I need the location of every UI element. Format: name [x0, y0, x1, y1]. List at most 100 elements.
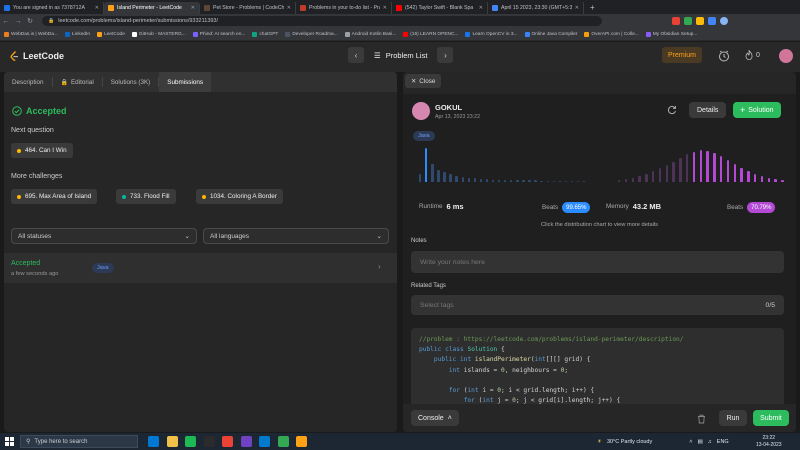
- right-panel: ✕ Close GOKUL Apr 13, 2023 23:22 Details…: [403, 72, 796, 432]
- taskbar-clock[interactable]: 23:22 13-04-2023: [756, 435, 782, 448]
- prev-problem-button[interactable]: ‹: [348, 47, 364, 63]
- taskbar-app-icon[interactable]: [296, 436, 307, 447]
- bookmark-item[interactable]: GitHub - MASTERG...: [131, 31, 186, 37]
- tab-close-icon[interactable]: ✕: [479, 5, 483, 11]
- chevron-down-icon: ⌄: [184, 233, 190, 240]
- bookmark-item[interactable]: WebDas.is | WebDa...: [4, 31, 58, 37]
- distribution-bar: [491, 179, 495, 182]
- tab-close-icon[interactable]: ✕: [191, 5, 195, 11]
- solution-button[interactable]: + Solution: [733, 102, 781, 118]
- extension-icon[interactable]: [708, 17, 716, 25]
- bookmark-item[interactable]: LeetCode: [97, 31, 125, 37]
- tab-solutions[interactable]: Solutions (3K): [103, 72, 159, 92]
- bookmark-label: LinkedIn: [71, 31, 91, 37]
- extension-icon[interactable]: [696, 17, 704, 25]
- extension-icon[interactable]: [684, 17, 692, 25]
- tab-editorial[interactable]: 🔒 Editorial: [53, 72, 102, 92]
- user-avatar[interactable]: [779, 49, 793, 63]
- bookmark-item[interactable]: chatGPT: [252, 31, 279, 37]
- taskbar-app-icon[interactable]: [259, 436, 270, 447]
- new-tab-icon[interactable]: +: [590, 3, 595, 12]
- profile-icon[interactable]: [720, 17, 728, 25]
- streak-counter[interactable]: 0: [745, 50, 760, 60]
- back-icon[interactable]: ←: [0, 18, 12, 25]
- runtime-distribution-chart[interactable]: [419, 142, 589, 182]
- browser-tab[interactable]: April 15 2023, 23:30 (GMT+5:3 ✕: [488, 2, 584, 14]
- tab-favicon-icon: [108, 5, 114, 11]
- premium-button[interactable]: Premium: [662, 47, 702, 63]
- tab-close-icon[interactable]: ✕: [383, 5, 387, 11]
- close-button[interactable]: ✕ Close: [405, 74, 442, 88]
- taskbar-app-icon[interactable]: [240, 436, 252, 447]
- url-text: leetcode.com/problems/island-perimeter/s…: [58, 18, 219, 24]
- bookmark-item[interactable]: My Obsidian Setup...: [645, 31, 697, 37]
- timer-icon[interactable]: [718, 50, 730, 62]
- browser-tab[interactable]: Problems in your to-do list - Pra ✕: [296, 2, 392, 14]
- distribution-bar: [510, 180, 513, 182]
- network-icon[interactable]: ▤: [697, 439, 702, 445]
- browser-tab[interactable]: Island Perimeter - LeetCode ✕: [104, 2, 200, 14]
- taskbar-search-input[interactable]: ⚲ Type here to search: [20, 435, 138, 448]
- refresh-icon[interactable]: [667, 105, 677, 115]
- language-filter-select[interactable]: All languages ⌄: [203, 228, 389, 244]
- run-button[interactable]: Run: [719, 410, 747, 426]
- tab-close-icon[interactable]: ✕: [95, 5, 99, 11]
- taskbar-app-icon[interactable]: [148, 436, 159, 447]
- console-button[interactable]: Console ˄: [411, 410, 459, 426]
- notes-input[interactable]: Write your notes here: [411, 251, 784, 273]
- extension-icon[interactable]: [672, 17, 680, 25]
- bookmark-item[interactable]: LinkedIn: [64, 31, 91, 37]
- bookmark-label: chatGPT: [259, 31, 279, 37]
- tab-close-icon[interactable]: ✕: [287, 5, 291, 11]
- windows-start-icon[interactable]: [5, 437, 14, 446]
- submission-row[interactable]: Accepted a few seconds ago Java ›: [4, 253, 397, 283]
- volume-icon[interactable]: ♫: [708, 439, 712, 445]
- challenge-chip[interactable]: 1034. Coloring A Border: [196, 189, 283, 204]
- status-filter-select[interactable]: All statuses ⌄: [11, 228, 197, 244]
- tab-title: Island Perimeter - LeetCode: [117, 5, 182, 11]
- taskbar-app-icon[interactable]: [166, 436, 178, 447]
- trash-icon[interactable]: [697, 414, 706, 424]
- taskbar-app-icon[interactable]: [203, 436, 215, 447]
- bookmark-item[interactable]: OverAPI.com | Colle...: [584, 31, 639, 37]
- distribution-bar: [665, 165, 668, 182]
- tags-select[interactable]: Select tags 0/5: [411, 295, 784, 315]
- distribution-bar: [774, 179, 777, 182]
- distribution-bar: [720, 156, 723, 182]
- leetcode-logo[interactable]: LeetCode: [10, 51, 64, 61]
- bookmark-item[interactable]: (16) LEARN OPENC...: [403, 31, 458, 37]
- taskbar-app-icon[interactable]: [277, 436, 289, 447]
- forward-icon[interactable]: →: [12, 18, 24, 25]
- bookmark-label: OverAPI.com | Colle...: [591, 31, 639, 37]
- bookmarks-bar: WebDas.is | WebDa... LinkedIn LeetCode GitH…: [0, 28, 800, 41]
- challenge-chip[interactable]: 695. Max Area of Island: [11, 189, 98, 204]
- bookmark-item[interactable]: Online Java Compiler: [524, 31, 577, 37]
- tab-submissions[interactable]: Submissions: [159, 72, 211, 92]
- tab-description[interactable]: Description: [4, 72, 52, 92]
- browser-tab[interactable]: (542) Taylor Swift - Blank Spa ✕: [392, 2, 488, 14]
- distribution-bar: [652, 170, 655, 182]
- taskbar-app-icon[interactable]: [185, 436, 196, 447]
- bookmark-item[interactable]: Developer Roadma...: [285, 31, 338, 37]
- browser-tab[interactable]: Pet Store - Problems | CodeChef ✕: [200, 2, 296, 14]
- bookmark-item[interactable]: Phind: AI search en...: [192, 31, 245, 37]
- challenge-chip[interactable]: 733. Flood Fill: [116, 189, 176, 204]
- problem-list-button[interactable]: ☰ Problem List: [368, 51, 433, 60]
- tab-close-icon[interactable]: ✕: [575, 5, 579, 11]
- distribution-bar: [582, 181, 586, 182]
- tab-favicon-icon: [300, 5, 306, 11]
- browser-tab[interactable]: You are signed in as 7378712A ✕: [0, 2, 104, 14]
- details-button[interactable]: Details: [689, 102, 727, 118]
- next-question-chip[interactable]: 464. Can I Win: [11, 143, 73, 158]
- next-problem-button[interactable]: ›: [437, 47, 454, 63]
- reload-icon[interactable]: ↻: [24, 17, 36, 25]
- username: GOKUL: [435, 103, 463, 112]
- tab-title: April 15 2023, 23:30 (GMT+5:3: [501, 5, 572, 11]
- taskbar-app-icon[interactable]: [222, 436, 233, 447]
- bookmark-item[interactable]: Android Kotlin Basi...: [344, 31, 396, 37]
- chevron-up-icon[interactable]: ˄: [689, 439, 692, 445]
- bookmark-item[interactable]: Learn OpenCV in 3...: [465, 31, 518, 37]
- submit-button[interactable]: Submit: [753, 410, 789, 426]
- memory-distribution-chart[interactable]: [618, 142, 788, 182]
- url-input[interactable]: 🔒 leetcode.com/problems/island-perimeter…: [42, 16, 602, 26]
